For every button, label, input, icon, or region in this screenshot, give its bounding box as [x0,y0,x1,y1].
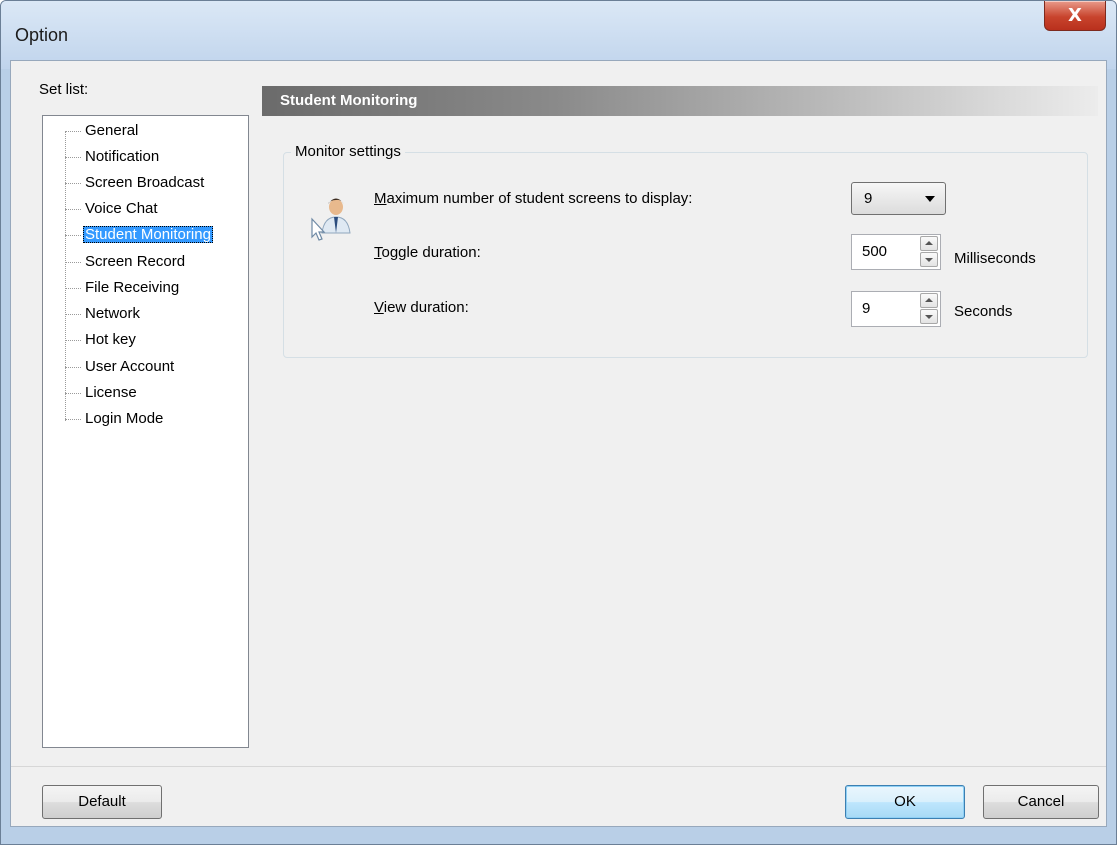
page-title: Student Monitoring [262,86,1098,116]
close-button[interactable]: X [1044,1,1106,31]
default-button[interactable]: Default [42,785,162,819]
ok-button[interactable]: OK [845,785,965,819]
arrow-down-icon [925,258,933,262]
tree-item-notification[interactable]: Notification [65,145,161,169]
arrow-down-icon [925,315,933,319]
toggle-duration-up-button[interactable] [920,236,938,251]
tree-item-screen-record[interactable]: Screen Record [65,250,187,274]
title-bar[interactable]: Option [1,1,1116,69]
toggle-duration-down-button[interactable] [920,252,938,267]
view-duration-spin-buttons [918,292,940,326]
tree-item-file-receiving[interactable]: File Receiving [65,276,181,300]
view-duration-label: View duration: [374,299,469,316]
chevron-down-icon [925,196,935,202]
toggle-duration-spinner[interactable]: 500 [851,234,941,270]
tree-item-login-mode[interactable]: Login Mode [65,407,165,431]
toggle-duration-unit: Milliseconds [954,250,1036,267]
set-list-label: Set list: [39,81,89,98]
tree-item-general[interactable]: General [65,119,140,143]
max-screens-label: Maximum number of student screens to dis… [374,190,693,207]
toggle-duration-input[interactable]: 500 [862,235,887,269]
max-screens-value: 9 [864,190,873,207]
dialog-client-area: Set list: General Notification Screen Br… [10,60,1107,827]
arrow-up-icon [925,298,933,302]
toggle-duration-label: Toggle duration: [374,244,481,261]
cancel-button[interactable]: Cancel [983,785,1099,819]
tree-item-license[interactable]: License [65,381,139,405]
tree-item-screen-broadcast[interactable]: Screen Broadcast [65,171,206,195]
window-title: Option [15,25,69,45]
student-monitor-icon [311,198,351,241]
footer-divider [11,766,1106,767]
tree-item-voice-chat[interactable]: Voice Chat [65,197,160,221]
view-duration-input[interactable]: 9 [862,292,870,326]
settings-tree[interactable]: General Notification Screen Broadcast Vo… [42,115,249,748]
view-duration-unit: Seconds [954,303,1013,320]
tree-item-student-monitoring[interactable]: Student Monitoring [65,223,213,247]
tree-item-hot-key[interactable]: Hot key [65,328,138,352]
max-screens-dropdown[interactable]: 9 [851,182,946,215]
toggle-duration-spin-buttons [918,235,940,269]
close-icon: X [1068,5,1082,26]
view-duration-down-button[interactable] [920,309,938,324]
tree-item-network[interactable]: Network [65,302,142,326]
arrow-up-icon [925,241,933,245]
tree-item-user-account[interactable]: User Account [65,355,176,379]
group-title: Monitor settings [291,143,405,160]
view-duration-spinner[interactable]: 9 [851,291,941,327]
option-dialog: Option X Set list: General Notification … [0,0,1117,845]
view-duration-up-button[interactable] [920,293,938,308]
